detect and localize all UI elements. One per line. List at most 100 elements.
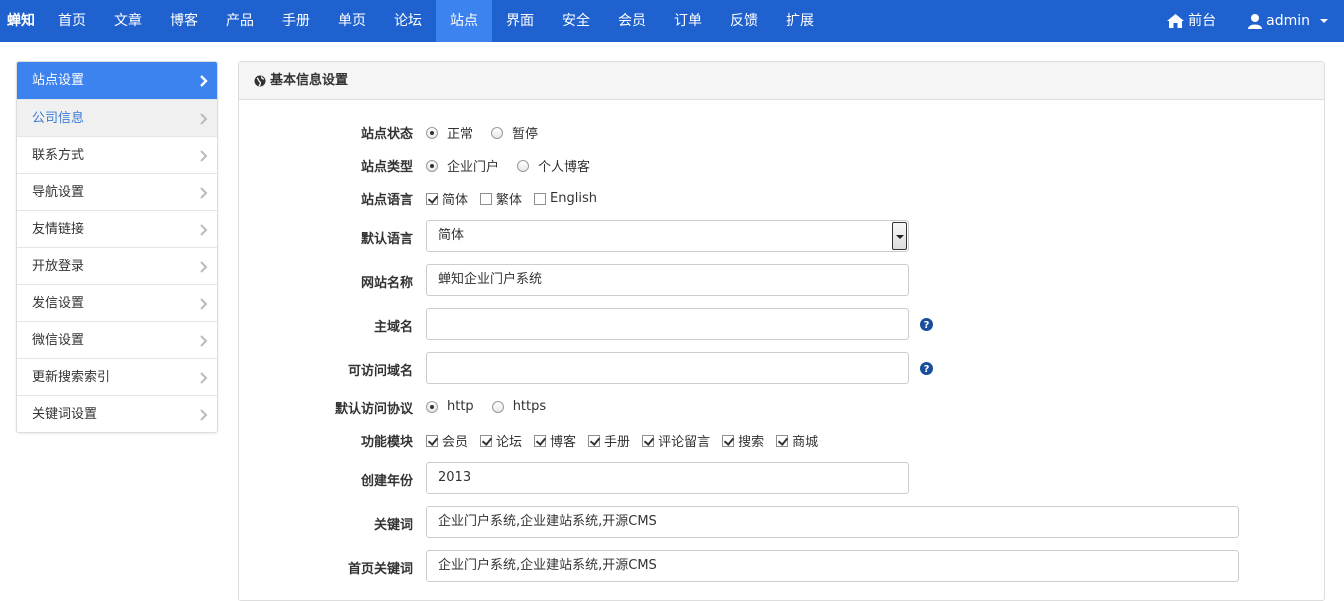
globe-icon: [254, 75, 266, 86]
site-status-label: 站点状态: [360, 127, 413, 142]
sidebar-item-label: 导航设置: [32, 185, 85, 200]
sidebar-item-search-index[interactable]: 更新搜索索引: [17, 358, 217, 395]
module-forum-checkbox[interactable]: [480, 434, 493, 447]
status-paused-option[interactable]: 暂停: [491, 123, 538, 142]
nav-item-forum[interactable]: 论坛: [380, 0, 436, 42]
module-member-option[interactable]: 会员: [426, 431, 468, 450]
modules-options: 会员 论坛 博客 手册 评论留言 搜索 商城: [426, 431, 830, 450]
module-comment-label: 评论留言: [658, 435, 711, 450]
svg-text:?: ?: [924, 320, 930, 331]
default-language-value: 简体: [438, 228, 465, 243]
sidebar-item-site-settings[interactable]: 站点设置: [17, 62, 217, 99]
nav-item-order[interactable]: 订单: [660, 0, 716, 42]
nav-item-site[interactable]: 站点: [436, 0, 492, 42]
panel-header: 基本信息设置: [239, 62, 1324, 100]
nav-item-page[interactable]: 单页: [324, 0, 380, 42]
lang-english-option[interactable]: English: [534, 191, 597, 206]
nav-item-member[interactable]: 会员: [604, 0, 660, 42]
top-navbar: 蝉知 首页 文章 博客 产品 手册 单页 论坛 站点 界面 安全 会员 订单 反…: [0, 0, 1344, 42]
module-comment-option[interactable]: 评论留言: [642, 431, 710, 450]
module-comment-checkbox[interactable]: [642, 434, 655, 447]
module-search-checkbox[interactable]: [722, 434, 735, 447]
protocol-https-radio[interactable]: [491, 400, 504, 413]
year-input[interactable]: 2013: [426, 462, 909, 494]
sidebar-item-company[interactable]: 公司信息: [17, 99, 217, 136]
select-arrow-icon[interactable]: [892, 222, 907, 250]
nav-item-book[interactable]: 手册: [268, 0, 324, 42]
nav-item-blog[interactable]: 博客: [156, 0, 212, 42]
site-status-options: 正常 暂停: [426, 123, 556, 142]
default-language-label: 默认语言: [360, 232, 413, 247]
lang-traditional-checkbox[interactable]: [480, 192, 493, 205]
nav-item-security[interactable]: 安全: [548, 0, 604, 42]
question-icon[interactable]: ?: [920, 318, 933, 331]
module-blog-option[interactable]: 博客: [534, 431, 576, 450]
protocol-http-option[interactable]: http: [426, 399, 474, 414]
status-normal-option[interactable]: 正常: [426, 123, 473, 142]
nav-item-feedback[interactable]: 反馈: [716, 0, 772, 42]
module-member-checkbox[interactable]: [426, 434, 438, 447]
sidebar-item-wechat[interactable]: 微信设置: [17, 321, 217, 358]
default-language-select[interactable]: 简体: [426, 220, 909, 252]
chevron-right-icon: [200, 113, 208, 125]
chevron-right-icon: [200, 298, 208, 310]
lang-simplified-option[interactable]: 简体: [426, 189, 468, 208]
keywords-input[interactable]: 企业门户系统,企业建站系统,开源CMS: [426, 506, 1239, 538]
protocol-http-radio[interactable]: [426, 400, 438, 413]
sidebar-item-label: 关键词设置: [32, 407, 98, 422]
module-shop-checkbox[interactable]: [776, 434, 789, 447]
type-blog-radio[interactable]: [517, 159, 530, 172]
nav-item-product[interactable]: 产品: [212, 0, 268, 42]
lang-traditional-option[interactable]: 繁体: [480, 189, 522, 208]
site-language-options: 简体 繁体 English: [426, 189, 609, 208]
sidebar-item-links[interactable]: 友情链接: [17, 210, 217, 247]
lang-simplified-label: 简体: [442, 193, 469, 208]
lang-simplified-checkbox[interactable]: [426, 192, 438, 205]
sidebar-item-keywords[interactable]: 关键词设置: [17, 395, 217, 432]
year-label: 创建年份: [360, 474, 413, 489]
module-book-checkbox[interactable]: [588, 434, 601, 447]
type-portal-option[interactable]: 企业门户: [426, 156, 499, 175]
protocol-https-option[interactable]: https: [491, 399, 546, 414]
svg-text:?: ?: [924, 364, 930, 375]
alt-domain-input[interactable]: [426, 352, 909, 384]
modules-label: 功能模块: [360, 435, 413, 450]
domain-input[interactable]: [426, 308, 909, 340]
protocol-http-label: http: [447, 399, 474, 414]
module-blog-checkbox[interactable]: [534, 434, 547, 447]
user-label: admin: [1266, 13, 1310, 29]
type-portal-radio[interactable]: [426, 159, 438, 172]
module-book-option[interactable]: 手册: [588, 431, 630, 450]
front-link[interactable]: 前台: [1151, 0, 1232, 42]
user-menu[interactable]: admin: [1232, 0, 1344, 42]
type-blog-option[interactable]: 个人博客: [517, 156, 590, 175]
status-normal-radio[interactable]: [426, 126, 438, 139]
home-keywords-input[interactable]: 企业门户系统,企业建站系统,开源CMS: [426, 550, 1239, 582]
question-icon[interactable]: ?: [920, 362, 933, 375]
keywords-label: 关键词: [373, 518, 413, 533]
protocol-label: 默认访问协议: [334, 402, 413, 417]
module-blog-label: 博客: [550, 435, 577, 450]
protocol-options: http https: [426, 399, 564, 414]
site-name-input[interactable]: 蝉知企业门户系统: [426, 264, 909, 296]
nav-item-ui[interactable]: 界面: [492, 0, 548, 42]
sidebar-item-label: 站点设置: [32, 73, 85, 88]
module-shop-option[interactable]: 商城: [776, 431, 818, 450]
sidebar-item-oauth[interactable]: 开放登录: [17, 247, 217, 284]
brand-logo[interactable]: 蝉知: [7, 0, 35, 42]
chevron-right-icon: [200, 150, 208, 162]
status-paused-radio[interactable]: [491, 126, 504, 139]
module-forum-option[interactable]: 论坛: [480, 431, 522, 450]
module-search-option[interactable]: 搜索: [722, 431, 764, 450]
sidebar-item-contact[interactable]: 联系方式: [17, 136, 217, 173]
lang-english-label: English: [550, 191, 597, 206]
nav-item-home[interactable]: 首页: [44, 0, 100, 42]
nav-item-extension[interactable]: 扩展: [772, 0, 828, 42]
sidebar-item-mail[interactable]: 发信设置: [17, 284, 217, 321]
caret-down-icon: [1320, 19, 1328, 23]
sidebar-item-navigation[interactable]: 导航设置: [17, 173, 217, 210]
lang-english-checkbox[interactable]: [534, 192, 547, 205]
nav-item-article[interactable]: 文章: [100, 0, 156, 42]
user-icon: [1248, 13, 1263, 29]
site-type-label: 站点类型: [360, 160, 413, 175]
